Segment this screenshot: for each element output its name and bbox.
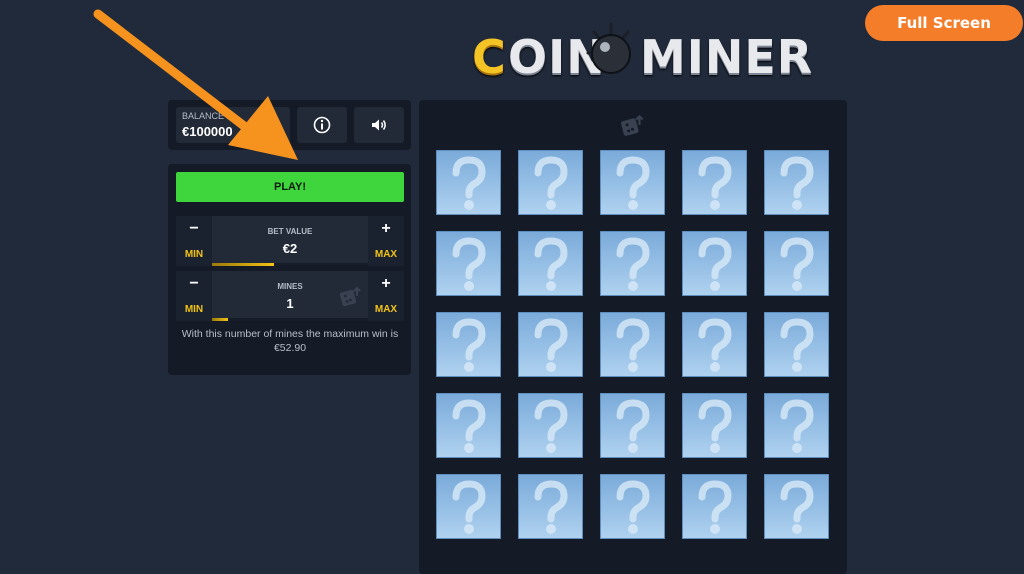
bet-title: BET VALUE	[267, 227, 313, 236]
question-mark-icon	[447, 236, 491, 292]
mine-tile[interactable]	[682, 312, 747, 377]
balance-box: BALANCE €100000	[176, 107, 290, 143]
question-mark-icon	[775, 317, 819, 373]
question-mark-icon	[447, 398, 491, 454]
mine-tile[interactable]	[682, 150, 747, 215]
question-mark-icon	[775, 236, 819, 292]
mine-tile[interactable]	[436, 312, 501, 377]
play-button[interactable]: PLAY!	[176, 172, 404, 202]
question-mark-icon	[529, 236, 573, 292]
mine-tile[interactable]	[764, 150, 829, 215]
info-icon	[313, 116, 331, 134]
question-mark-icon	[611, 317, 655, 373]
bet-stepper: − MIN BET VALUE €2 + MAX	[176, 216, 404, 266]
mine-tile[interactable]	[600, 393, 665, 458]
question-mark-icon	[693, 479, 737, 535]
info-button[interactable]	[297, 107, 347, 143]
mine-tile[interactable]	[764, 231, 829, 296]
speaker-icon	[372, 119, 386, 131]
mine-tile[interactable]	[682, 474, 747, 539]
logo-coin-letter: C	[472, 30, 507, 84]
question-mark-icon	[693, 317, 737, 373]
bet-increase-button[interactable]: +	[368, 220, 404, 238]
question-mark-icon	[693, 155, 737, 211]
question-mark-icon	[447, 479, 491, 535]
mine-tile[interactable]	[436, 150, 501, 215]
question-mark-icon	[693, 398, 737, 454]
bet-value: €2	[282, 241, 298, 256]
mines-slider[interactable]	[212, 318, 368, 321]
random-dice-icon[interactable]	[338, 285, 364, 309]
question-mark-icon	[611, 479, 655, 535]
question-mark-icon	[611, 398, 655, 454]
mine-tile[interactable]	[436, 474, 501, 539]
game-logo: C OIN MINER	[470, 16, 812, 92]
mine-tile[interactable]	[764, 312, 829, 377]
mines-stepper: − MIN MINES 1 + MAX	[176, 271, 404, 321]
mine-tile[interactable]	[518, 312, 583, 377]
mines-increase-button[interactable]: +	[368, 275, 404, 293]
question-mark-icon	[529, 317, 573, 373]
question-mark-icon	[775, 155, 819, 211]
bet-decrease-button[interactable]: −	[176, 220, 212, 238]
question-mark-icon	[611, 155, 655, 211]
max-win-info: With this number of mines the maximum wi…	[181, 328, 399, 354]
mine-tile[interactable]	[764, 393, 829, 458]
mine-tile[interactable]	[682, 231, 747, 296]
sound-button[interactable]	[354, 107, 404, 143]
mine-tile[interactable]	[518, 474, 583, 539]
mine-tile[interactable]	[682, 393, 747, 458]
mine-tile[interactable]	[436, 393, 501, 458]
mines-min-control[interactable]: − MIN	[176, 271, 212, 321]
balance-value: €100000	[182, 124, 233, 139]
question-mark-icon	[529, 155, 573, 211]
mines-decrease-button[interactable]: −	[176, 275, 212, 293]
question-mark-icon	[447, 317, 491, 373]
bomb-icon	[586, 22, 631, 74]
mine-tile[interactable]	[518, 231, 583, 296]
question-mark-icon	[529, 398, 573, 454]
question-mark-icon	[529, 479, 573, 535]
question-mark-icon	[775, 398, 819, 454]
tile-grid	[436, 150, 829, 539]
mines-min-button[interactable]: MIN	[176, 304, 212, 315]
question-mark-icon	[775, 479, 819, 535]
fullscreen-button[interactable]: Full Screen	[865, 5, 1023, 41]
question-mark-icon	[611, 236, 655, 292]
logo-miner: MINER	[640, 30, 814, 84]
mine-tile[interactable]	[600, 150, 665, 215]
bet-min-button[interactable]: MIN	[176, 249, 212, 260]
mines-slider-fill	[212, 318, 228, 321]
mine-tile[interactable]	[600, 231, 665, 296]
mines-max-control[interactable]: + MAX	[368, 271, 404, 321]
balance-label: BALANCE	[182, 111, 225, 121]
bet-min-control[interactable]: − MIN	[176, 216, 212, 266]
bet-max-control[interactable]: + MAX	[368, 216, 404, 266]
mines-max-button[interactable]: MAX	[368, 304, 404, 315]
mine-tile[interactable]	[518, 150, 583, 215]
mine-tile[interactable]	[600, 312, 665, 377]
bet-slider[interactable]	[212, 263, 368, 266]
bet-slider-fill	[212, 263, 275, 266]
question-mark-icon	[693, 236, 737, 292]
mine-tile[interactable]	[518, 393, 583, 458]
mine-tile[interactable]	[764, 474, 829, 539]
mine-tile[interactable]	[600, 474, 665, 539]
question-mark-icon	[447, 155, 491, 211]
bet-max-button[interactable]: MAX	[368, 249, 404, 260]
random-pick-dice-icon[interactable]	[619, 113, 647, 139]
mine-tile[interactable]	[436, 231, 501, 296]
